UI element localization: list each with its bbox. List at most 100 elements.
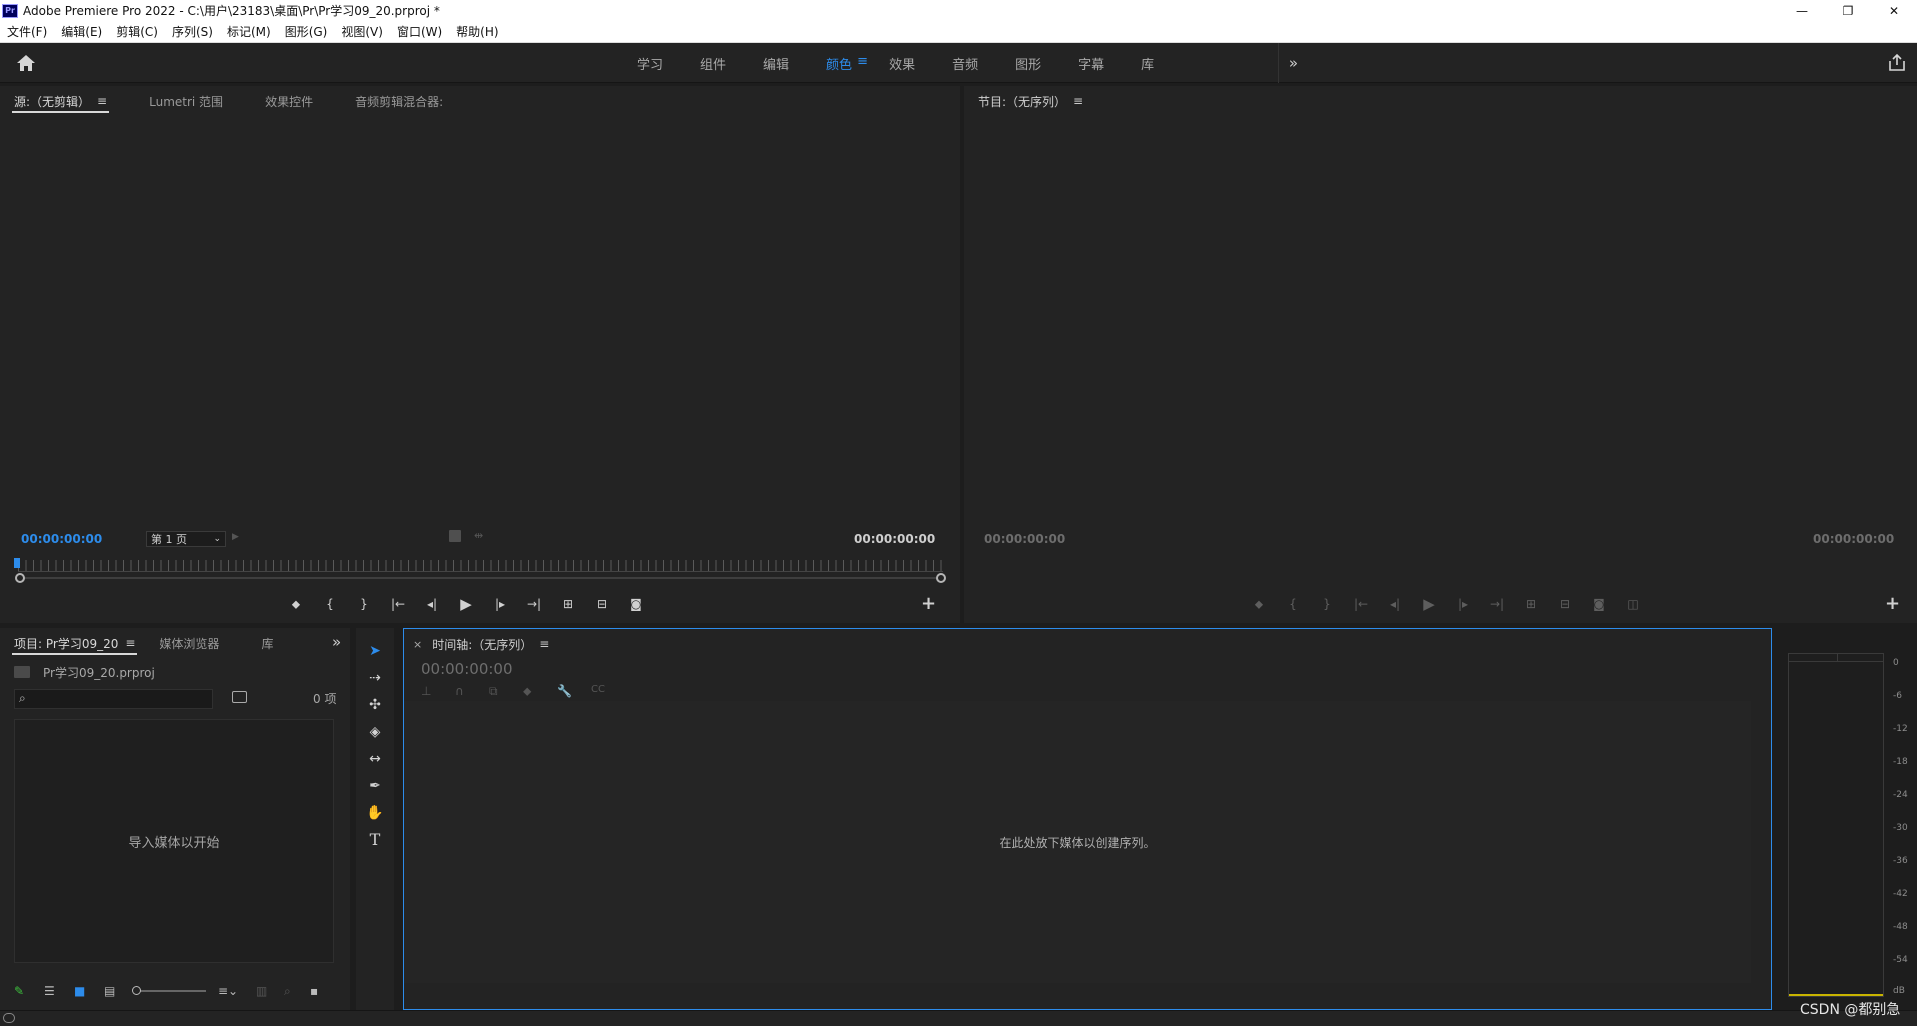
- menu-file[interactable]: 文件(F): [7, 23, 47, 40]
- menu-markers[interactable]: 标记(M): [227, 23, 271, 40]
- tab-effect-controls[interactable]: 效果控件: [265, 86, 313, 116]
- overwrite-icon[interactable]: ⊟: [585, 594, 619, 614]
- snap-icon[interactable]: ∩: [455, 684, 489, 699]
- zoom-slider-handle-icon[interactable]: [132, 986, 141, 995]
- type-tool-icon[interactable]: T: [356, 826, 394, 853]
- workspace-tab-audio[interactable]: 音频: [938, 54, 1001, 73]
- panel-menu-icon[interactable]: ≡: [97, 94, 107, 108]
- workspace-tab-effects[interactable]: 效果: [875, 54, 938, 73]
- home-icon[interactable]: [16, 54, 36, 72]
- workspace-tab-assembly[interactable]: 组件: [686, 54, 749, 73]
- workspace-overflow-icon[interactable]: »: [1278, 43, 1308, 83]
- panel-menu-icon[interactable]: ≡: [1073, 94, 1083, 108]
- tab-media-browser[interactable]: 媒体浏览器: [159, 628, 219, 658]
- source-time-ruler[interactable]: [18, 560, 943, 572]
- pencil-icon[interactable]: ✎: [14, 984, 44, 998]
- add-marker-icon[interactable]: ⬥: [1242, 594, 1276, 614]
- automate-to-sequence-icon[interactable]: ▥: [256, 984, 284, 998]
- nest-icon[interactable]: ⊥: [421, 684, 455, 699]
- list-view-icon[interactable]: ☰: [44, 984, 74, 998]
- slip-tool-icon[interactable]: ↔: [356, 745, 394, 772]
- tab-lumetri-scopes[interactable]: Lumetri 范围: [149, 86, 223, 116]
- timeline-close-icon[interactable]: ×: [413, 638, 422, 651]
- step-forward-icon[interactable]: |▸: [1446, 594, 1480, 614]
- new-bin-icon[interactable]: ▪: [310, 984, 326, 998]
- workspace-tab-color[interactable]: 颜色 ≡: [812, 54, 875, 73]
- zoom-handle-left-icon[interactable]: [15, 573, 25, 583]
- captions-icon[interactable]: CC: [591, 684, 625, 699]
- step-forward-icon[interactable]: |▸: [483, 594, 517, 614]
- workspace-tab-editing[interactable]: 编辑: [749, 54, 812, 73]
- new-search-bin-icon[interactable]: [232, 691, 247, 703]
- find-icon[interactable]: ⌕: [284, 984, 310, 999]
- timeline-drop-area[interactable]: 在此处放下媒体以创建序列。: [404, 701, 1751, 983]
- tab-source[interactable]: 源:（无剪辑） ≡: [11, 86, 110, 116]
- workspace-tab-graphics[interactable]: 图形: [1001, 54, 1064, 73]
- mark-in-icon[interactable]: {: [313, 594, 347, 614]
- safe-margins-icon[interactable]: [449, 530, 461, 542]
- workspace-tab-learn[interactable]: 学习: [623, 54, 686, 73]
- step-back-icon[interactable]: ◂|: [1378, 594, 1412, 614]
- source-zoom-bar[interactable]: [20, 577, 940, 579]
- program-playhead-timecode[interactable]: 00:00:00:00: [984, 532, 1065, 546]
- program-button-editor-icon[interactable]: +: [1885, 593, 1900, 614]
- mark-out-icon[interactable]: }: [1310, 594, 1344, 614]
- workspace-tab-captions[interactable]: 字幕: [1064, 54, 1127, 73]
- play-icon[interactable]: ▶: [449, 594, 483, 614]
- restore-button[interactable]: ❐: [1825, 0, 1871, 21]
- go-to-out-icon[interactable]: →|: [517, 594, 551, 614]
- add-marker-icon[interactable]: ⬥: [523, 684, 557, 699]
- source-playhead-timecode[interactable]: 00:00:00:00: [21, 532, 102, 546]
- panel-menu-icon[interactable]: ≡: [125, 636, 135, 650]
- icon-view-icon[interactable]: ■: [74, 984, 104, 998]
- menu-view[interactable]: 视图(V): [341, 23, 383, 40]
- insert-icon[interactable]: ⊞: [551, 594, 585, 614]
- mark-in-icon[interactable]: {: [1276, 594, 1310, 614]
- panel-overflow-icon[interactable]: »: [332, 633, 341, 651]
- sort-icons-icon[interactable]: ≡⌄: [218, 984, 246, 998]
- freeform-view-icon[interactable]: ▤: [104, 984, 134, 998]
- razor-tool-icon[interactable]: ◈: [356, 718, 394, 745]
- menu-sequence[interactable]: 序列(S): [172, 23, 213, 40]
- lift-icon[interactable]: ⊞: [1514, 594, 1548, 614]
- hand-tool-icon[interactable]: ✋: [356, 799, 394, 826]
- play-icon[interactable]: ▶: [1412, 594, 1446, 614]
- extract-icon[interactable]: ⊟: [1548, 594, 1582, 614]
- tab-timeline[interactable]: 时间轴:（无序列） ≡: [432, 629, 549, 659]
- zoom-handle-right-icon[interactable]: [936, 573, 946, 583]
- play-right-small-icon[interactable]: ▶: [232, 532, 239, 542]
- page-select[interactable]: 第 1 页 ⌄: [146, 531, 226, 547]
- go-to-out-icon[interactable]: →|: [1480, 594, 1514, 614]
- comparison-view-icon[interactable]: ◫: [1616, 594, 1650, 614]
- workspace-tab-libraries[interactable]: 库: [1127, 54, 1177, 73]
- tab-libraries[interactable]: 库: [261, 628, 273, 658]
- export-frame-icon[interactable]: ◙: [1582, 594, 1616, 614]
- mark-out-icon[interactable]: }: [347, 594, 381, 614]
- timeline-timecode[interactable]: 00:00:00:00: [421, 660, 513, 678]
- panel-menu-icon[interactable]: ≡: [539, 637, 549, 651]
- tab-audio-clip-mixer[interactable]: 音频剪辑混合器:: [355, 86, 443, 116]
- go-to-in-icon[interactable]: |←: [381, 594, 415, 614]
- menu-window[interactable]: 窗口(W): [397, 23, 442, 40]
- workspace-menu-icon[interactable]: ≡: [857, 54, 868, 69]
- zoom-slider[interactable]: [132, 986, 206, 995]
- menu-graphics[interactable]: 图形(G): [285, 23, 328, 40]
- tab-program[interactable]: 节目:（无序列） ≡: [978, 86, 1083, 116]
- add-marker-icon[interactable]: ⬥: [279, 594, 313, 614]
- close-button[interactable]: ✕: [1871, 0, 1917, 21]
- creative-cloud-icon[interactable]: [3, 1013, 15, 1023]
- source-button-editor-icon[interactable]: +: [921, 593, 936, 614]
- ripple-edit-tool-icon[interactable]: ✣: [356, 691, 394, 718]
- pen-tool-icon[interactable]: ✒: [356, 772, 394, 799]
- menu-edit[interactable]: 编辑(E): [61, 23, 102, 40]
- selection-tool-icon[interactable]: ➤: [356, 637, 394, 664]
- export-frame-icon[interactable]: ◙: [619, 594, 653, 614]
- linked-selection-icon[interactable]: ⧉: [489, 684, 523, 699]
- project-search-input[interactable]: ⌕: [14, 689, 213, 709]
- source-playhead-marker-icon[interactable]: [14, 558, 20, 568]
- track-select-tool-icon[interactable]: ⇢: [356, 664, 394, 691]
- menu-help[interactable]: 帮助(H): [456, 23, 498, 40]
- go-to-in-icon[interactable]: |←: [1344, 594, 1378, 614]
- share-icon[interactable]: [1887, 53, 1907, 73]
- menu-clip[interactable]: 剪辑(C): [116, 23, 158, 40]
